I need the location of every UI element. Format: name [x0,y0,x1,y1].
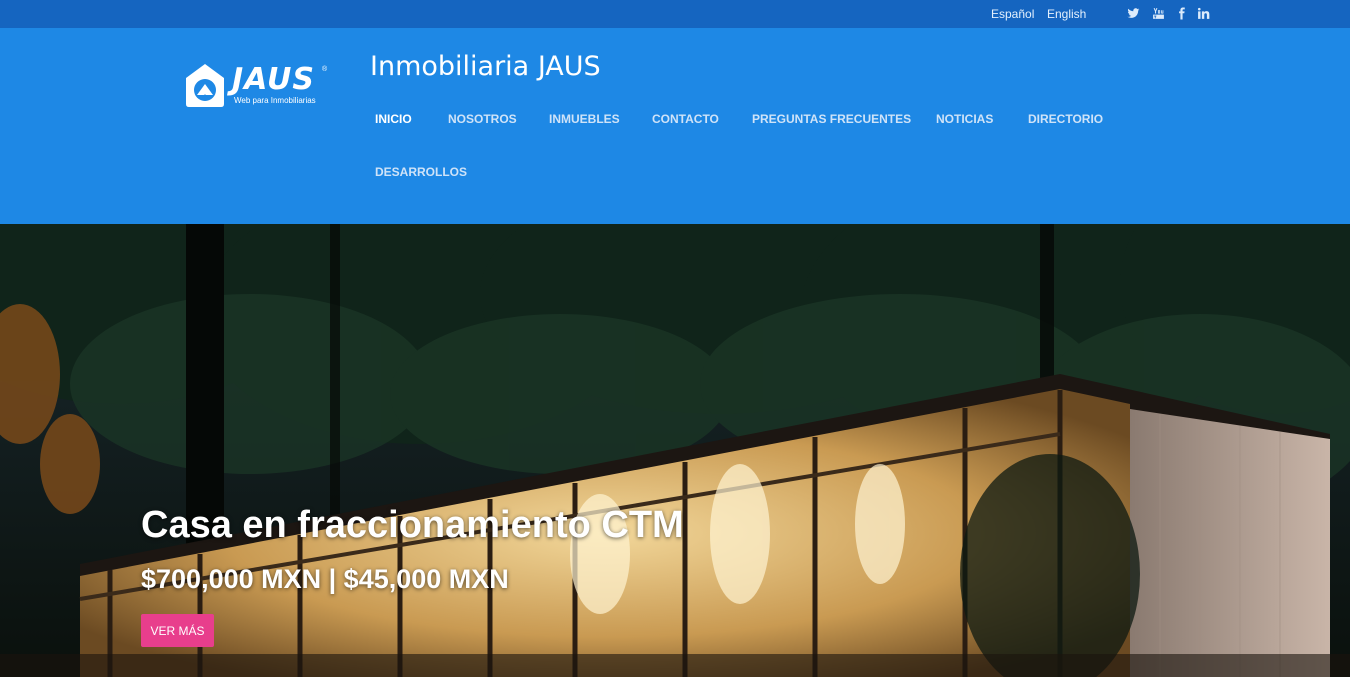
hero-property-price: $700,000 MXN | $45,000 MXN [141,564,509,594]
facebook-icon[interactable] [1174,6,1188,20]
site-logo[interactable]: JAUS ® Web para Inmobiliarias [184,62,334,110]
top-bar: Español English [0,0,1350,28]
house-logo-icon [186,64,224,107]
registered-mark: ® [322,66,328,73]
nav-noticias[interactable]: NOTICIAS [936,112,993,126]
nav-preguntas-frecuentes[interactable]: PREGUNTAS FRECUENTES [752,112,911,126]
youtube-icon[interactable] [1151,6,1165,20]
nav-directorio[interactable]: DIRECTORIO [1028,112,1103,126]
nav-desarrollos[interactable]: DESARROLLOS [375,165,467,179]
nav-nosotros[interactable]: NOSOTROS [448,112,517,126]
site-header: JAUS ® Web para Inmobiliarias Inmobiliar… [0,28,1350,224]
logo-wordmark: JAUS [232,62,315,97]
twitter-icon[interactable] [1126,6,1140,20]
linkedin-icon[interactable] [1196,6,1210,20]
logo-tagline: Web para Inmobiliarias [234,96,316,105]
nav-inicio[interactable]: INICIO [375,112,412,126]
hero-background-image [0,224,1350,677]
nav-contacto[interactable]: CONTACTO [652,112,719,126]
ver-mas-button[interactable]: VER MÁS [141,614,214,647]
hero-slider: Casa en fraccionamiento CTM $700,000 MXN… [0,224,1350,677]
hero-property-title: Casa en fraccionamiento CTM [141,504,684,546]
nav-inmuebles[interactable]: INMUEBLES [549,112,620,126]
site-title: Inmobiliaria JAUS [370,51,601,82]
language-espanol-link[interactable]: Español [991,7,1034,21]
language-english-link[interactable]: English [1047,7,1086,21]
